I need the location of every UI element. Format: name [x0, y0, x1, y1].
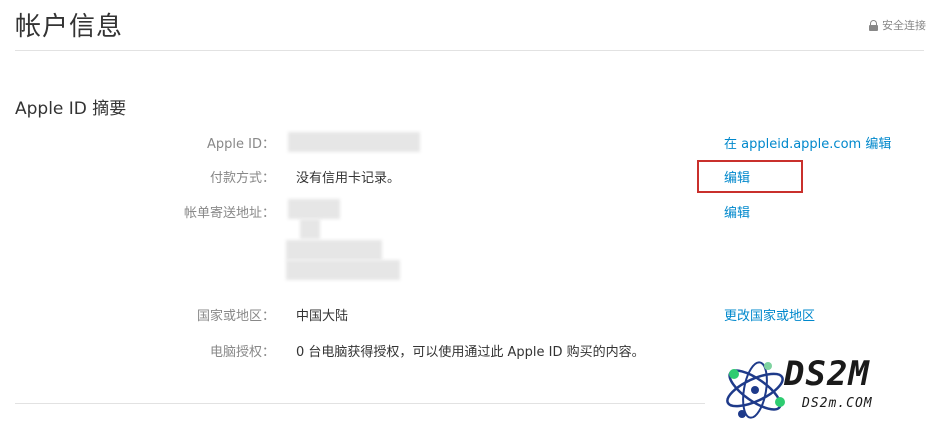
country-value: 中国大陆	[296, 309, 349, 324]
apple-id-label: Apple ID：	[207, 137, 275, 152]
edit-apple-id-link[interactable]: 在 appleid.apple.com 编辑	[724, 133, 891, 152]
computer-authorization-value: 0 台电脑获得授权，可以使用通过此 Apple ID 购买的内容。	[296, 345, 645, 360]
watermark-url: DS2m.COM	[802, 396, 873, 411]
account-info-page: 帐户信息 安全连接 Apple ID 摘要 Apple ID： 在 applei…	[0, 0, 944, 425]
computer-authorization-label: 电脑授权：	[209, 345, 275, 360]
edit-billing-address-link[interactable]: 编辑	[724, 202, 750, 221]
lock-icon	[869, 19, 878, 31]
secure-connection-indicator: 安全连接	[869, 17, 926, 33]
section-divider	[15, 403, 705, 404]
change-country-link[interactable]: 更改国家或地区	[724, 305, 815, 324]
section-title: Apple ID 摘要	[15, 99, 127, 119]
header-divider	[15, 50, 924, 51]
billing-address-label: 帐单寄送地址：	[183, 206, 275, 221]
atom-icon	[726, 361, 785, 419]
watermark-text: DS2M	[784, 354, 870, 394]
page-title: 帐户信息	[15, 12, 124, 42]
payment-method-label: 付款方式：	[209, 171, 275, 186]
country-label: 国家或地区：	[196, 309, 275, 324]
secure-connection-label: 安全连接	[882, 19, 926, 32]
payment-method-value: 没有信用卡记录。	[296, 171, 401, 186]
watermark-logo: DS2M DS2m.COM	[720, 352, 940, 422]
apple-id-value-redacted	[288, 132, 420, 152]
payment-edit-highlight	[697, 160, 803, 193]
